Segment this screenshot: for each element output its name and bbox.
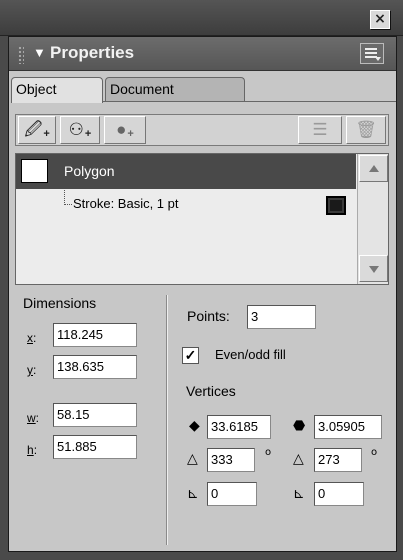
trash-button[interactable]: 🗑: [346, 116, 386, 144]
object-list: Polygon Stroke: Basic, 1 pt: [15, 153, 389, 285]
tab-document[interactable]: Document: [105, 77, 245, 102]
y-field-row: y: 138.635: [27, 355, 157, 381]
grip-icon[interactable]: [18, 46, 24, 64]
section-divider: [166, 295, 167, 545]
window-top-bar: ×: [0, 0, 403, 36]
corner-input-a[interactable]: 0: [207, 482, 257, 506]
evenodd-label[interactable]: Even/odd fill: [215, 347, 286, 362]
list-item-label: Stroke: Basic, 1 pt: [73, 196, 179, 211]
list-item-label: Polygon: [64, 163, 115, 179]
close-button[interactable]: ×: [370, 10, 390, 29]
angle-icon: △: [187, 451, 198, 467]
stroke-swatch[interactable]: [326, 196, 346, 215]
plus-icon: +: [127, 128, 134, 140]
add-stroke-button[interactable]: 🖉+: [18, 116, 56, 144]
collapse-arrow-icon[interactable]: ▼: [33, 45, 46, 60]
vertices-heading: Vertices: [186, 383, 236, 399]
menu-lines-icon: [365, 48, 377, 50]
vertex-value-b[interactable]: 3.05905: [314, 415, 382, 439]
plus-icon: +: [43, 128, 50, 140]
tab-bar: Object Document: [9, 72, 396, 103]
tree-line: [64, 190, 65, 205]
corner-icon: ⊾: [293, 486, 305, 502]
x-field-row: x: 118.245: [27, 323, 157, 349]
evenodd-checkbox[interactable]: ✓: [182, 347, 199, 364]
y-input[interactable]: 138.635: [53, 355, 137, 379]
arrow-up-icon: [369, 165, 379, 172]
pen-add-icon: 🖉: [24, 120, 43, 139]
scroll-up-button[interactable]: [359, 155, 388, 182]
octagon-icon: ⬣: [293, 418, 306, 434]
w-field-row: w: 58.15: [27, 403, 157, 429]
tree-line: [64, 204, 72, 205]
vertex-value-a[interactable]: 33.6185: [207, 415, 271, 439]
add-fill-button[interactable]: ⚇+: [60, 116, 100, 144]
height-input[interactable]: 51.885: [53, 435, 137, 459]
window-frame: × ▼ Properties Object Document 🖉+ ⚇+ ●+ …: [0, 0, 403, 560]
panel-title: Properties: [50, 43, 135, 62]
tab-object[interactable]: Object: [11, 77, 103, 103]
delete-attribute-button[interactable]: ☰: [298, 116, 342, 144]
angle-input-a[interactable]: 333: [207, 448, 255, 472]
width-input[interactable]: 58.15: [53, 403, 137, 427]
diamond-icon: ◆: [189, 418, 200, 434]
scroll-down-button[interactable]: [359, 255, 388, 282]
angle-icon: △: [293, 451, 304, 467]
degree-icon: o: [371, 447, 378, 458]
h-field-row: h: 51.885: [27, 435, 157, 461]
y-label: y:: [27, 363, 37, 377]
list-item-stroke[interactable]: Stroke: Basic, 1 pt: [16, 190, 356, 220]
dimensions-heading: Dimensions: [23, 295, 97, 311]
menu-line: [365, 52, 377, 54]
corner-icon: ⊾: [187, 486, 199, 502]
points-input[interactable]: 3: [247, 305, 316, 329]
h-label: h:: [27, 443, 38, 457]
properties-panel: ▼ Properties Object Document 🖉+ ⚇+ ●+ ☰ …: [8, 36, 397, 552]
effect-add-icon: ●: [116, 120, 127, 139]
corner-input-b[interactable]: 0: [314, 482, 364, 506]
fill-swatch[interactable]: [21, 159, 48, 183]
add-effect-button[interactable]: ●+: [104, 116, 146, 144]
angle-input-b[interactable]: 273: [314, 448, 362, 472]
attribute-toolbar: 🖉+ ⚇+ ●+ ☰ 🗑: [15, 114, 389, 146]
list-item-polygon[interactable]: Polygon: [16, 154, 356, 189]
list-delete-icon: ☰: [312, 120, 328, 139]
panel-menu-button[interactable]: [360, 43, 384, 64]
points-label: Points:: [187, 308, 230, 324]
tab-divider: [103, 101, 396, 102]
arrow-down-icon: [369, 266, 379, 273]
fill-add-icon: ⚇: [68, 120, 84, 139]
plus-icon: +: [84, 128, 92, 140]
w-label: w:: [27, 411, 40, 425]
x-input[interactable]: 118.245: [53, 323, 137, 347]
list-scrollbar[interactable]: [357, 154, 388, 284]
trash-icon: 🗑: [355, 120, 377, 139]
x-label: x:: [27, 331, 37, 345]
menu-arrow-icon: [375, 57, 381, 61]
panel-titlebar[interactable]: ▼ Properties: [9, 37, 396, 71]
degree-icon: o: [265, 447, 272, 458]
